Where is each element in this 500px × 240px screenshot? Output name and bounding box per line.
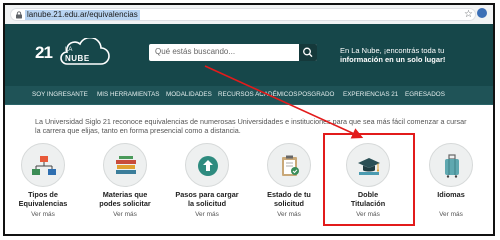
annotation-arrow bbox=[204, 65, 364, 139]
browser-window: lanube.21.edu.ar/equivalencias ☆ 21 LA N… bbox=[3, 3, 495, 236]
